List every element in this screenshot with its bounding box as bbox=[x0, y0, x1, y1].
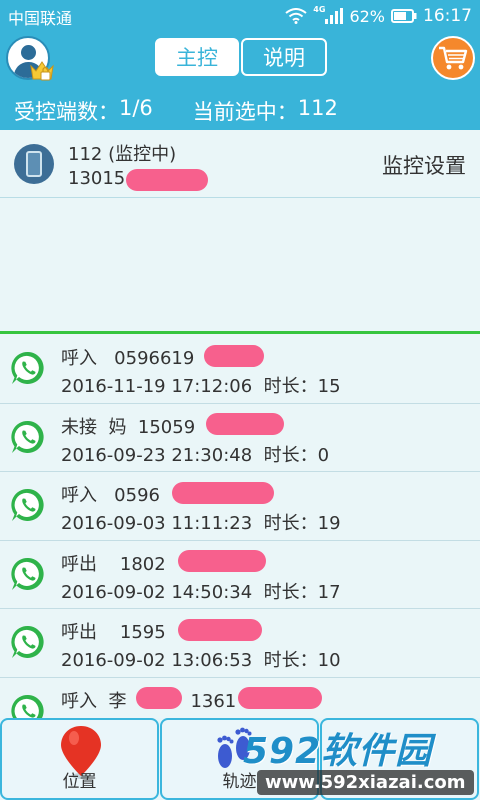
vip-crown-icon bbox=[30, 61, 54, 81]
call-time-duration: 2016-11-19 17:12:06 时长：15 bbox=[61, 376, 341, 397]
device-name: 112 (监控中) bbox=[68, 144, 177, 165]
network-type: 4G bbox=[313, 4, 326, 14]
controlled-count: 1/6 bbox=[119, 96, 153, 120]
main-tabs: 主控 说明 bbox=[155, 38, 327, 76]
redaction-mark bbox=[126, 169, 208, 191]
call-type-number: 呼入 0596 bbox=[61, 485, 160, 506]
watermark: 592软件园 www.592xiazai.com bbox=[235, 718, 480, 800]
controlled-count-label: 受控端数： bbox=[14, 100, 119, 124]
summary-line: 受控端数： 1/6 当前选中： 112 bbox=[14, 96, 338, 126]
location-button[interactable]: 位置 bbox=[0, 718, 159, 800]
call-time-duration: 2016-09-02 13:06:53 时长：10 bbox=[61, 650, 341, 671]
redaction-mark bbox=[172, 482, 274, 504]
redaction-mark bbox=[204, 345, 264, 367]
contact-number: 1361 bbox=[190, 690, 237, 712]
device-panel: 112 (监控中) 13015 监控设置 bbox=[0, 130, 480, 335]
selected-label: 当前选中： bbox=[192, 100, 298, 124]
selected-value: 112 bbox=[297, 96, 338, 120]
device-number: 13015 bbox=[68, 168, 126, 189]
phone-call-icon bbox=[10, 419, 46, 455]
redaction-mark bbox=[178, 549, 266, 572]
redaction-mark bbox=[136, 686, 182, 709]
call-type-number: 呼入 0596619 bbox=[61, 348, 195, 369]
call-log-list: 呼入 0596619 2016-11-19 17:12:06 时长：15 未接 … bbox=[0, 335, 480, 720]
list-item[interactable]: 呼出 1595 2016-09-02 13:06:53 时长：10 bbox=[0, 609, 480, 678]
shopping-cart-icon bbox=[439, 46, 468, 70]
call-type-number: 呼出 1802 bbox=[61, 553, 166, 575]
phone-icon bbox=[14, 144, 54, 184]
call-type-number: 未接 妈 15059 bbox=[61, 416, 196, 438]
battery-percent: 62% bbox=[349, 6, 385, 26]
phone-call-icon bbox=[10, 350, 46, 386]
clock: 16:17 bbox=[423, 6, 472, 26]
shopping-cart-button[interactable] bbox=[431, 36, 475, 80]
list-item[interactable]: 呼入 0596 2016-09-03 11:11:23 时长：19 bbox=[0, 472, 480, 541]
phone-call-icon bbox=[10, 693, 46, 721]
section-divider bbox=[0, 331, 480, 334]
battery-icon bbox=[391, 9, 417, 23]
list-item[interactable]: 未接 妈 15059 2016-09-23 21:30:48 时长：0 bbox=[0, 404, 480, 472]
redaction-mark bbox=[238, 686, 322, 709]
list-item[interactable]: 呼入 李 1361 bbox=[0, 678, 480, 721]
carrier-name: 中国联通 bbox=[8, 9, 73, 28]
redaction-mark bbox=[206, 412, 284, 435]
status-icons: 4G 62% 16:17 bbox=[279, 0, 472, 32]
app-header: 主控 说明 受控端数： 1/6 当前选中： 112 bbox=[0, 32, 480, 130]
status-bar: 中国联通 4G 62% 16:17 bbox=[0, 0, 480, 32]
watermark-url: www.592xiazai.com bbox=[257, 770, 474, 795]
monitor-settings-button[interactable]: 监控设置 bbox=[382, 150, 466, 180]
phone-call-icon bbox=[10, 624, 46, 660]
call-time-duration: 2016-09-03 11:11:23 时长：19 bbox=[61, 513, 341, 534]
tab-instructions[interactable]: 说明 bbox=[241, 38, 327, 76]
device-row[interactable]: 112 (监控中) 13015 监控设置 bbox=[0, 130, 480, 198]
wifi-icon bbox=[285, 8, 307, 24]
call-type-number: 呼出 1595 bbox=[61, 622, 166, 643]
phone-call-icon bbox=[10, 487, 46, 523]
location-label: 位置 bbox=[62, 772, 97, 792]
watermark-brand: 592软件园 bbox=[243, 731, 433, 772]
tab-main-control[interactable]: 主控 bbox=[155, 38, 239, 76]
phone-call-icon bbox=[10, 556, 46, 592]
redaction-mark bbox=[178, 619, 262, 641]
list-item[interactable]: 呼出 1802 2016-09-02 14:50:34 时长：17 bbox=[0, 541, 480, 609]
call-time-duration: 2016-09-23 21:30:48 时长：0 bbox=[61, 444, 330, 466]
signal-icon bbox=[325, 8, 344, 24]
call-time-duration: 2016-09-02 14:50:34 时长：17 bbox=[61, 581, 341, 603]
list-item[interactable]: 呼入 0596619 2016-11-19 17:12:06 时长：15 bbox=[0, 335, 480, 404]
